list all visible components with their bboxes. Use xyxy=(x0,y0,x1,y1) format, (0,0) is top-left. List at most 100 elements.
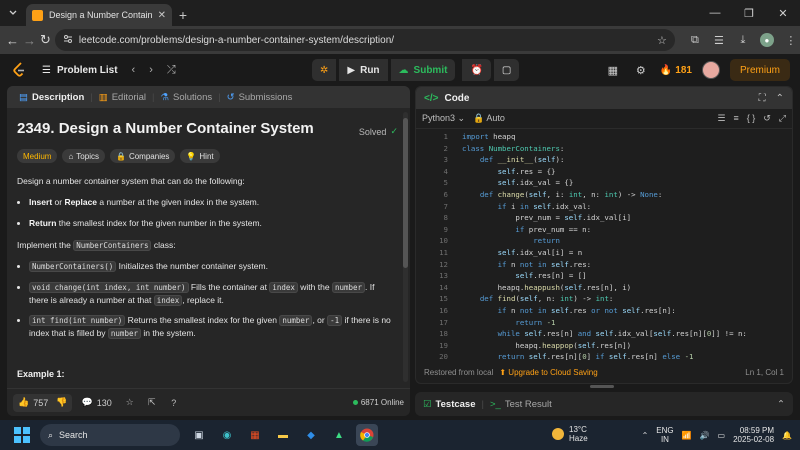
tray-overflow-icon[interactable]: ⌃ xyxy=(642,431,649,440)
tab-submissions[interactable]: ↺ Submissions xyxy=(221,92,299,103)
tab-test-result[interactable]: >_ Test Result xyxy=(490,399,552,410)
topics-chip[interactable]: ⌂ Topics xyxy=(62,149,105,163)
code-line[interactable]: 7 if i in self.idx_val: xyxy=(416,201,792,213)
extensions-icon[interactable]: ⧉ xyxy=(685,30,705,50)
clock[interactable]: 08:59 PM 2025-02-08 xyxy=(733,426,774,444)
timer-button[interactable]: ⏰ xyxy=(462,59,491,81)
help-icon[interactable]: ? xyxy=(165,398,183,408)
prev-problem-icon[interactable]: ‹ xyxy=(132,64,136,76)
layout-grid-icon[interactable]: ▦ xyxy=(604,61,622,79)
collapse-icon[interactable]: ⌃ xyxy=(776,93,784,104)
braces-icon[interactable]: { } xyxy=(747,113,756,124)
code-line[interactable]: 15 def find(self, n: int) -> int: xyxy=(416,293,792,305)
comments-button[interactable]: 💬 130 xyxy=(76,394,116,412)
premium-button[interactable]: Premium xyxy=(729,59,790,81)
code-line[interactable]: 10 return xyxy=(416,235,792,247)
code-line[interactable]: 11 self.idx_val[i] = n xyxy=(416,247,792,259)
upgrade-cloud-link[interactable]: ⬆ Upgrade to Cloud Saving xyxy=(499,368,597,377)
download-icon[interactable]: ⤓ xyxy=(733,30,753,50)
wifi-icon[interactable]: 📶 xyxy=(682,431,692,440)
hint-chip[interactable]: 💡 Hint xyxy=(180,149,220,163)
like-button[interactable]: 👍 757 👎 xyxy=(13,393,73,412)
restore-icon[interactable]: ❐ xyxy=(732,0,766,26)
submit-button[interactable]: ☁ Submit xyxy=(390,59,456,81)
next-problem-icon[interactable]: › xyxy=(149,64,153,76)
streak-counter[interactable]: 🔥 181 xyxy=(660,65,692,76)
share-icon[interactable]: ⇱ xyxy=(143,397,161,408)
code-line[interactable]: 4 self.res = {} xyxy=(416,166,792,178)
code-line[interactable]: 19 heapq.heappop(self.res[n]) xyxy=(416,340,792,352)
android-studio-icon[interactable]: ▲ xyxy=(328,424,350,446)
tab-testcase[interactable]: ☑ Testcase xyxy=(423,399,476,410)
tab-solutions[interactable]: ⚗ Solutions xyxy=(155,92,219,103)
notification-bell-icon[interactable]: 🔔 xyxy=(782,431,792,440)
maximize-icon[interactable]: ⛶ xyxy=(759,93,766,104)
minimize-icon[interactable]: — xyxy=(698,0,732,26)
media-controls-icon[interactable]: ☰ xyxy=(709,30,729,50)
scrollbar-thumb[interactable] xyxy=(403,118,408,268)
browser-menu-icon[interactable]: ⋮ xyxy=(781,30,800,50)
code-line[interactable]: 3 def __init__(self): xyxy=(416,154,792,166)
close-tab-icon[interactable]: ✕ xyxy=(158,10,166,21)
language-select[interactable]: Python3 ⌄ xyxy=(422,113,465,124)
vscode-icon[interactable]: ◆ xyxy=(300,424,322,446)
companies-chip[interactable]: 🔒 Companies xyxy=(109,149,176,163)
edge-icon[interactable]: ◉ xyxy=(216,424,238,446)
forward-button[interactable]: → xyxy=(23,29,36,51)
user-avatar[interactable] xyxy=(701,61,720,79)
run-button[interactable]: ▶ Run xyxy=(339,59,388,81)
tab-editorial[interactable]: ▥ Editorial xyxy=(93,92,152,103)
debug-button[interactable]: ✲ xyxy=(312,59,337,81)
code-line[interactable]: 17 return -1 xyxy=(416,317,792,329)
code-editor[interactable]: 1 import heapq 2 class NumberContainers: 3 d… xyxy=(416,131,792,363)
tab-description[interactable]: ▤ Description xyxy=(13,92,90,103)
reset-code-icon[interactable]: ↺ xyxy=(763,113,771,124)
code-line[interactable]: 14 heapq.heappush(self.res[n], i) xyxy=(416,282,792,294)
task-view-icon[interactable]: ▣ xyxy=(188,424,210,446)
taskbar-search[interactable]: ⌕ Search xyxy=(40,424,180,446)
code-line[interactable]: 9 if prev_num == n: xyxy=(416,224,792,236)
code-line[interactable]: 18 while self.res[n] and self.idx_val[se… xyxy=(416,328,792,340)
code-line[interactable]: 2 class NumberContainers: xyxy=(416,143,792,155)
code-line[interactable]: 1 import heapq xyxy=(416,131,792,143)
close-window-icon[interactable]: ✕ xyxy=(766,0,800,26)
tab-search-icon[interactable] xyxy=(0,0,26,26)
panel-resize-handle[interactable] xyxy=(590,385,614,388)
back-button[interactable]: ← xyxy=(6,29,19,51)
settings-gear-icon[interactable]: ⚙ xyxy=(632,61,650,79)
description-scrollbar[interactable] xyxy=(403,112,408,382)
weather-widget[interactable]: 13°C Haze xyxy=(552,425,588,443)
new-tab-button[interactable]: + xyxy=(172,4,194,26)
windows-start-icon[interactable] xyxy=(14,427,30,443)
reload-button[interactable]: ↻ xyxy=(40,29,51,51)
code-line[interactable]: 13 self.res[n] = [] xyxy=(416,270,792,282)
store-icon[interactable]: ▦ xyxy=(244,424,266,446)
format-code-icon[interactable]: ≡ xyxy=(733,113,738,124)
code-line[interactable]: 8 prev_num = self.idx_val[i] xyxy=(416,212,792,224)
site-info-icon[interactable] xyxy=(63,34,73,47)
problem-list-link[interactable]: Problem List xyxy=(57,65,118,76)
problem-list-icon[interactable]: ☰ xyxy=(42,65,51,76)
volume-icon[interactable]: 🔊 xyxy=(700,431,710,440)
chrome-icon[interactable] xyxy=(356,424,378,446)
leetcode-logo-icon[interactable] xyxy=(10,61,28,79)
fullscreen-icon[interactable]: ⤢ xyxy=(779,113,786,124)
bookmark-code-icon[interactable]: ☰ xyxy=(717,113,725,124)
bookmark-icon[interactable]: ☆ xyxy=(121,397,139,408)
browser-tab[interactable]: Design a Number Container Sys ✕ xyxy=(26,4,172,26)
file-explorer-icon[interactable]: ▬ xyxy=(272,424,294,446)
battery-icon[interactable]: ▭ xyxy=(718,431,726,440)
url-bar[interactable]: leetcode.com/problems/design-a-number-co… xyxy=(54,29,675,51)
shuffle-icon[interactable]: ⤮ xyxy=(167,64,176,77)
mode-toggle[interactable]: 🔒 Auto xyxy=(473,113,505,124)
profile-avatar[interactable]: ● xyxy=(757,30,777,50)
thumbs-down-icon[interactable]: 👎 xyxy=(56,397,67,408)
code-line[interactable]: 5 self.idx_val = {} xyxy=(416,177,792,189)
code-line[interactable]: 12 if n not in self.res: xyxy=(416,259,792,271)
notes-button[interactable]: ▢ xyxy=(493,59,520,81)
expand-panel-icon[interactable]: ⌃ xyxy=(777,399,785,410)
bookmark-star-icon[interactable]: ☆ xyxy=(657,34,667,47)
code-line[interactable]: 6 def change(self, i: int, n: int) -> No… xyxy=(416,189,792,201)
language-indicator[interactable]: ENG IN xyxy=(656,426,673,444)
code-line[interactable]: 16 if n not in self.res or not self.res[… xyxy=(416,305,792,317)
